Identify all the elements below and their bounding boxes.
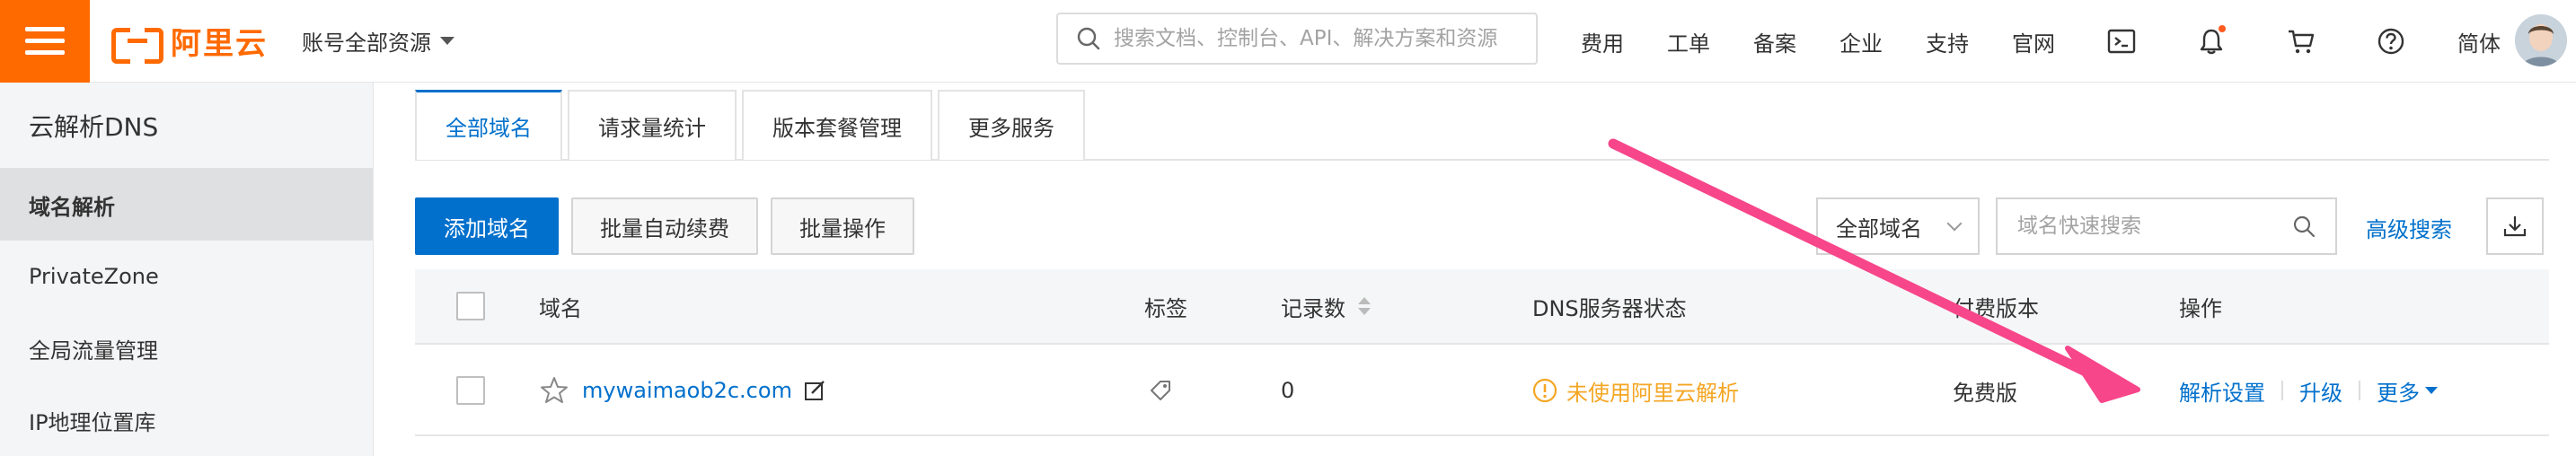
hamburger-menu-button[interactable] [0,0,90,83]
nav-billing[interactable]: 费用 [1581,26,1624,57]
version-value: 免费版 [1953,380,2017,406]
domain-filter-value: 全部域名 [1836,215,1922,241]
row-select-cell [456,346,485,434]
upgrade-link[interactable]: 升级 [2299,375,2342,407]
records-header-label: 记录数 [1281,295,1345,321]
domain-quick-search-box[interactable] [1996,197,2337,255]
global-search-input[interactable] [1114,27,1527,50]
column-header-tag: 标签 [1144,295,1187,321]
caret-down-icon [2425,387,2438,394]
tag-icon[interactable] [1148,378,1173,403]
domain-name-link[interactable]: mywaimaob2c.com [582,378,792,403]
search-icon [1077,27,1100,50]
account-label: 账号全部资源 [302,31,431,56]
menu-bar-icon [25,39,65,43]
column-header-version: 付费版本 [1953,295,2039,321]
logo-text: 阿里云 [171,26,268,62]
aliyun-logo-icon [111,27,163,64]
avatar-face-icon [2515,14,2567,66]
account-resource-dropdown[interactable]: 账号全部资源 [302,25,454,57]
action-toolbar: 添加域名 批量自动续费 批量操作 [415,197,927,255]
chevron-down-icon [1946,215,1963,232]
nav-filing[interactable]: 备案 [1753,26,1796,57]
divider [2281,381,2283,400]
dns-status-cell: 未使用阿里云解析 [1532,346,1739,434]
tab-all-domains[interactable]: 全部域名 [415,90,562,160]
tab-version-plans[interactable]: 版本套餐管理 [742,90,932,160]
column-header-operations: 操作 [2179,295,2222,321]
aliyun-logo[interactable]: 阿里云 [111,0,268,83]
sidebar-item-privatezone[interactable]: PrivateZone [0,241,373,312]
select-all-cell [456,269,485,343]
help-icon[interactable] [2368,18,2414,65]
domain-filter-select[interactable]: 全部域名 [1816,197,1980,255]
warning-icon [1532,378,1557,403]
resolve-settings-link[interactable]: 解析设置 [2179,375,2265,407]
nav-ticket[interactable]: 工单 [1667,26,1710,57]
notification-dot [2219,25,2226,32]
more-dropdown[interactable]: 更多 [2377,375,2420,407]
sidebar-title: 云解析DNS [0,83,373,169]
column-header-dns-status: DNS服务器状态 [1532,295,1687,321]
user-avatar[interactable] [2515,14,2567,66]
table-row: mywaimaob2c.com 0 未使用阿里云解析 免费版 解析设置 升级 更… [415,346,2549,436]
batch-auto-renew-button[interactable]: 批量自动续费 [571,197,758,255]
operations-cell: 解析设置 升级 更多 [2179,346,2438,434]
tab-more-services[interactable]: 更多服务 [938,90,1085,160]
cart-icon[interactable] [2278,18,2325,65]
terminal-icon[interactable] [2098,18,2145,65]
product-sidebar: 云解析DNS 域名解析 PrivateZone 全局流量管理 IP地理位置库 [0,83,374,456]
export-button[interactable] [2486,197,2544,255]
column-header-domain: 域名 [539,295,582,321]
download-icon [2503,216,2527,237]
nav-enterprise[interactable]: 企业 [1839,26,1883,57]
bell-icon[interactable] [2188,18,2235,65]
divider [2359,381,2360,400]
sidebar-item-global-traffic[interactable]: 全局流量管理 [0,312,373,384]
domain-quick-search-input[interactable] [2017,215,2287,238]
select-all-checkbox[interactable] [456,292,485,320]
tag-cell [1148,346,1173,434]
sidebar-item-ip-geolocation[interactable]: IP地理位置库 [0,384,373,456]
menu-bar-icon [25,27,65,31]
batch-operation-button[interactable]: 批量操作 [771,197,914,255]
global-search-box[interactable] [1056,13,1538,65]
row-checkbox[interactable] [456,376,485,405]
top-nav-links: 费用 工单 备案 企业 支持 官网 简体 [1581,0,2501,83]
column-header-records[interactable]: 记录数 [1281,269,1371,343]
add-domain-button[interactable]: 添加域名 [415,197,559,255]
sort-icon[interactable] [1358,297,1371,315]
menu-bar-icon [25,50,65,55]
star-icon[interactable] [539,375,569,406]
edit-icon[interactable] [803,379,826,402]
chevron-down-icon [440,37,454,45]
tab-request-stats[interactable]: 请求量统计 [568,90,737,160]
records-count: 0 [1281,378,1295,403]
dns-status-text[interactable]: 未使用阿里云解析 [1566,375,1739,407]
advanced-search-link[interactable]: 高级搜索 [2366,212,2452,243]
language-switch[interactable]: 简体 [2457,26,2501,57]
search-icon[interactable] [2292,215,2316,238]
sidebar-item-domain-resolution[interactable]: 域名解析 [0,169,373,241]
nav-official-site[interactable]: 官网 [2012,26,2055,57]
nav-support[interactable]: 支持 [1926,26,1969,57]
table-header: 域名 标签 记录数 DNS服务器状态 付费版本 操作 [415,269,2549,345]
tab-bar: 全部域名 请求量统计 版本套餐管理 更多服务 [415,90,1090,160]
domain-cell: mywaimaob2c.com [539,346,826,434]
